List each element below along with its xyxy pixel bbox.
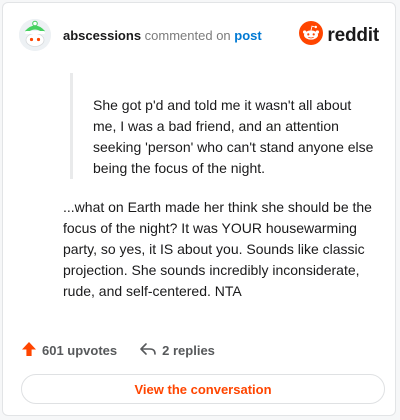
replies-stat[interactable]: 2 replies: [139, 341, 215, 360]
view-conversation-button[interactable]: View the conversation: [21, 374, 385, 404]
comment-stats: 601 upvotes 2 replies: [21, 339, 377, 361]
upvote-arrow-icon: [21, 341, 42, 360]
upvote-count: 601 upvotes: [42, 342, 118, 358]
post-link[interactable]: post: [234, 28, 261, 43]
upvote-stat[interactable]: 601 upvotes: [21, 341, 117, 360]
reddit-wordmark: reddit: [327, 24, 379, 46]
activity-line: abscessions commented on post: [63, 28, 262, 43]
activity-verb: commented on: [144, 27, 231, 43]
comment-header: abscessions commented on post reddit: [19, 17, 379, 53]
reddit-logo-icon: [299, 21, 324, 50]
username-link[interactable]: abscessions: [63, 28, 141, 43]
quoted-text: She got p'd and told me it wasn't all ab…: [70, 73, 375, 179]
avatar[interactable]: [19, 19, 51, 51]
comment-card: abscessions commented on post reddit She…: [2, 2, 396, 416]
reddit-brand[interactable]: reddit: [299, 21, 379, 50]
reply-count: 2 replies: [162, 342, 215, 358]
reply-icon: [139, 341, 162, 360]
comment-body: ...what on Earth made her think she shou…: [63, 199, 372, 299]
